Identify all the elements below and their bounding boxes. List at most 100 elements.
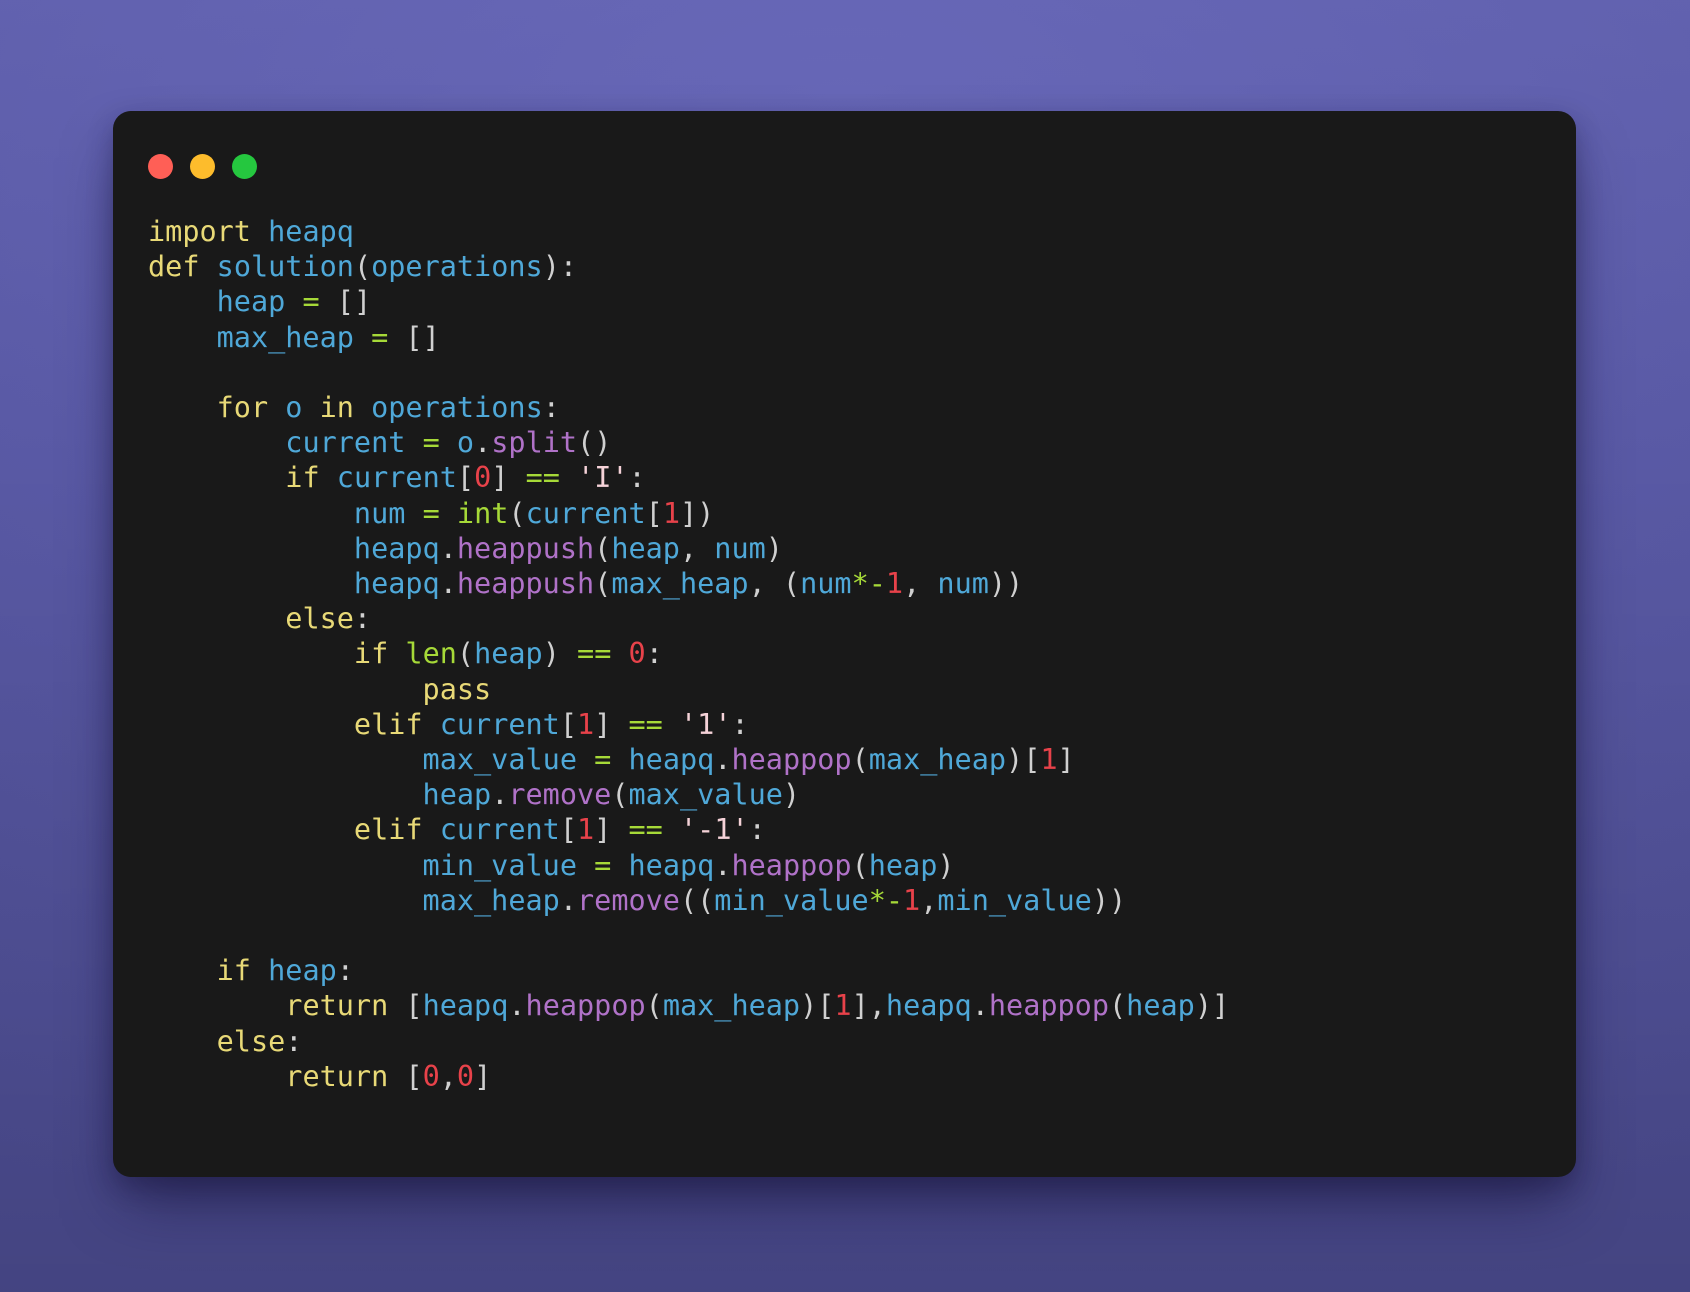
code-token-kw: import <box>148 215 251 248</box>
maximize-button[interactable] <box>232 154 257 179</box>
code-token-nam: num <box>937 567 989 601</box>
code-token-nam: heap <box>268 954 337 988</box>
code-line: else: <box>148 1025 303 1058</box>
code-token-str: '1' <box>680 707 732 741</box>
code-token-pun: ( <box>456 637 475 671</box>
code-token-nam: heapq <box>885 989 972 1023</box>
code-line: def solution(operations): <box>148 250 577 283</box>
code-token-pun: )[ <box>1006 743 1041 777</box>
code-token-num: 1 <box>577 813 595 847</box>
code-token-nam: operations <box>371 250 543 284</box>
code-token-pun: ] <box>1057 743 1075 777</box>
code-token-pun: . <box>439 531 457 565</box>
code-token-nam: current <box>439 813 560 847</box>
code-line: max_heap.remove((min_value*-1,min_value)… <box>148 883 1127 917</box>
code-token-pun: [] <box>319 285 372 319</box>
code-token-pun: ) <box>937 848 955 882</box>
minimize-button[interactable] <box>190 154 215 179</box>
code-line: elif current[1] == '1': <box>148 708 749 741</box>
code-token-pun <box>148 708 354 741</box>
code-token-pun <box>405 497 422 530</box>
code-token-op: == <box>628 707 663 741</box>
code-token-pun: , <box>679 531 715 565</box>
code-token-num: 0 <box>422 1059 440 1093</box>
code-token-pun <box>148 778 423 811</box>
code-token-num: 1 <box>577 707 595 741</box>
code-token-pun: ] <box>594 813 629 847</box>
code-token-nam: heap <box>422 778 492 812</box>
code-token-num: 1 <box>1040 743 1058 777</box>
code-token-pun: : <box>628 461 646 495</box>
code-content: import heapq def solution(operations): h… <box>148 215 1229 1093</box>
code-token-pun: [ <box>645 496 663 530</box>
code-token-nam: min_value <box>422 848 577 882</box>
code-token-nam: max_value <box>628 778 783 812</box>
code-token-nam: o <box>285 391 303 425</box>
code-token-nam: max_heap <box>662 989 801 1023</box>
code-line: else: <box>148 602 371 635</box>
code-token-pun: )) <box>1091 883 1127 917</box>
code-line: if len(heap) == 0: <box>148 637 663 670</box>
code-token-pun <box>440 497 457 530</box>
code-token-kw: def <box>148 250 200 284</box>
code-token-pun: ( <box>645 989 663 1023</box>
code-token-pun <box>148 1060 285 1093</box>
code-token-pun: , ( <box>748 567 801 601</box>
code-token-nam: num <box>353 496 406 530</box>
code-token-fn: heappush <box>456 567 595 601</box>
code-token-kw: if <box>285 461 320 495</box>
code-token-pun: . <box>714 848 732 882</box>
code-token-nam: max_heap <box>868 743 1007 777</box>
code-block[interactable]: import heapq def solution(operations): h… <box>113 183 1576 1094</box>
code-token-nam: o <box>456 426 475 460</box>
code-token-pun: [ <box>559 813 577 847</box>
code-token-nam: current <box>439 707 560 741</box>
code-token-nam: min_value <box>714 883 869 917</box>
code-token-pun <box>611 637 628 670</box>
code-token-kw: return <box>285 989 389 1023</box>
code-token-kw: pass <box>422 672 492 706</box>
code-token-nam: heap <box>216 285 286 319</box>
code-token-num: 1 <box>834 989 852 1023</box>
code-token-pun <box>148 391 217 424</box>
code-token-pun: , <box>903 567 938 601</box>
code-token-str: 'I' <box>577 461 629 495</box>
code-token-pun: : <box>645 637 663 671</box>
code-token-pun <box>148 532 354 565</box>
code-token-pun: ( <box>594 531 612 565</box>
code-token-pun <box>663 708 680 741</box>
code-token-pun <box>148 884 423 917</box>
code-token-kw: for <box>216 391 269 425</box>
code-token-nam: current <box>336 461 457 495</box>
code-token-pun: ( <box>1109 989 1127 1023</box>
code-token-pun: ] <box>474 1059 492 1093</box>
code-token-pun: . <box>491 778 509 812</box>
code-line: return [0,0] <box>148 1060 491 1093</box>
code-line: elif current[1] == '-1': <box>148 813 766 846</box>
code-token-pun: : <box>336 954 354 988</box>
code-token-num: 0 <box>474 461 492 495</box>
code-token-pun <box>440 426 457 459</box>
code-token-pun: ] <box>594 707 629 741</box>
code-token-pun: ], <box>851 989 886 1023</box>
code-token-pun: ) <box>782 778 801 812</box>
code-token-pun <box>148 849 423 882</box>
code-token-pun: . <box>714 743 732 777</box>
close-button[interactable] <box>148 154 173 179</box>
code-token-kw: else <box>285 602 354 636</box>
code-token-pun: . <box>474 426 492 460</box>
code-token-num: 0 <box>456 1059 475 1093</box>
code-token-op: == <box>525 461 560 495</box>
code-line: return [heapq.heappop(max_heap)[1],heapq… <box>148 989 1229 1022</box>
code-token-pun: ) <box>542 637 578 671</box>
code-token-op: = <box>594 848 612 882</box>
code-token-pun <box>148 989 285 1022</box>
code-token-bi: int <box>456 496 509 530</box>
code-token-pun <box>611 743 628 776</box>
code-token-num: 1 <box>885 567 904 601</box>
code-line: max_heap = [] <box>148 321 440 354</box>
code-token-pun <box>199 250 216 283</box>
code-token-pun: ): <box>542 250 578 284</box>
code-token-pun <box>148 567 354 600</box>
code-token-nam: solution <box>216 250 354 284</box>
